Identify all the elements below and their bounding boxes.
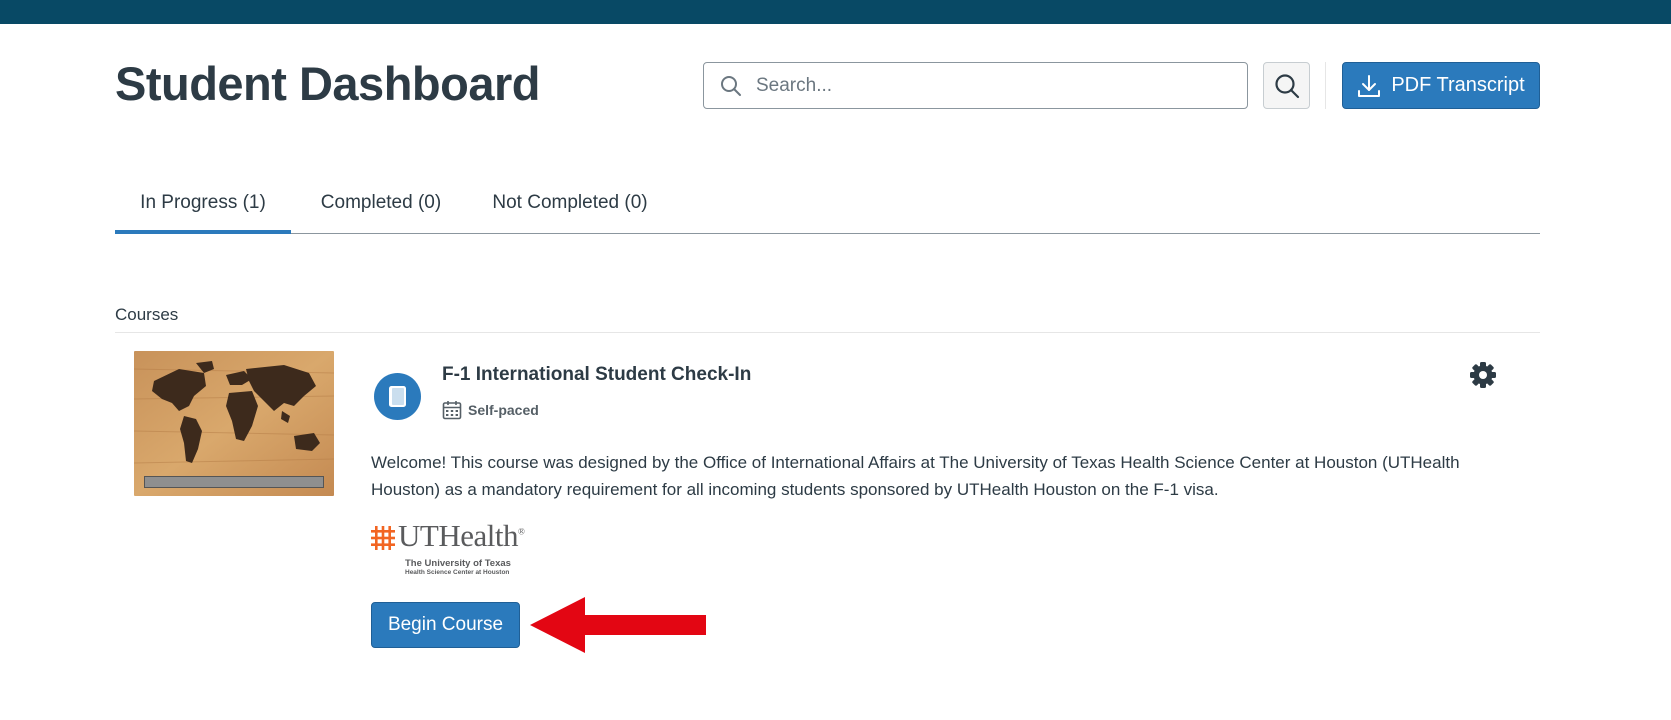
course-description: Welcome! This course was designed by the…	[371, 453, 1460, 499]
search-input[interactable]	[756, 74, 1226, 97]
pdf-transcript-button[interactable]: PDF Transcript	[1342, 62, 1540, 109]
world-map-image	[134, 351, 334, 496]
section-divider	[115, 332, 1540, 333]
red-arrow-annotation	[530, 597, 706, 653]
book-icon	[387, 384, 409, 410]
tab-completed[interactable]: Completed (0)	[291, 190, 471, 234]
top-bar	[0, 0, 1671, 24]
tab-in-progress[interactable]: In Progress (1)	[115, 190, 291, 234]
course-settings-button[interactable]	[1469, 361, 1497, 389]
page-title: Student Dashboard	[115, 57, 540, 110]
begin-course-button[interactable]: Begin Course	[371, 602, 520, 648]
course-title[interactable]: F-1 International Student Check-In	[442, 364, 751, 386]
tab-not-completed[interactable]: Not Completed (0)	[480, 190, 660, 234]
logo-subtitle-small: Health Science Center at Houston	[405, 569, 510, 576]
search-icon	[718, 73, 744, 99]
gear-icon	[1469, 361, 1497, 389]
search-field[interactable]	[703, 62, 1248, 109]
search-button[interactable]	[1263, 62, 1310, 109]
uthealth-logo: UTHealth® The University of Texas Health…	[371, 518, 526, 579]
course-pace: Self-paced	[442, 400, 539, 420]
pace-label: Self-paced	[468, 402, 539, 418]
toolbar-divider	[1325, 62, 1326, 109]
search-icon	[1274, 73, 1300, 99]
download-icon	[1357, 74, 1381, 98]
courses-heading: Courses	[115, 305, 179, 324]
logo-subtitle: The University of Texas	[405, 558, 511, 569]
course-progress-bar	[144, 476, 324, 488]
course-thumbnail[interactable]	[134, 351, 334, 496]
logo-wordmark: UTHealth®	[398, 518, 525, 553]
uthealth-emblem-icon	[371, 526, 395, 550]
status-tabs: In Progress (1) Completed (0) Not Comple…	[115, 190, 1540, 234]
calendar-icon	[442, 400, 462, 420]
course-type-badge	[374, 373, 421, 420]
pdf-transcript-label: PDF Transcript	[1391, 74, 1525, 96]
